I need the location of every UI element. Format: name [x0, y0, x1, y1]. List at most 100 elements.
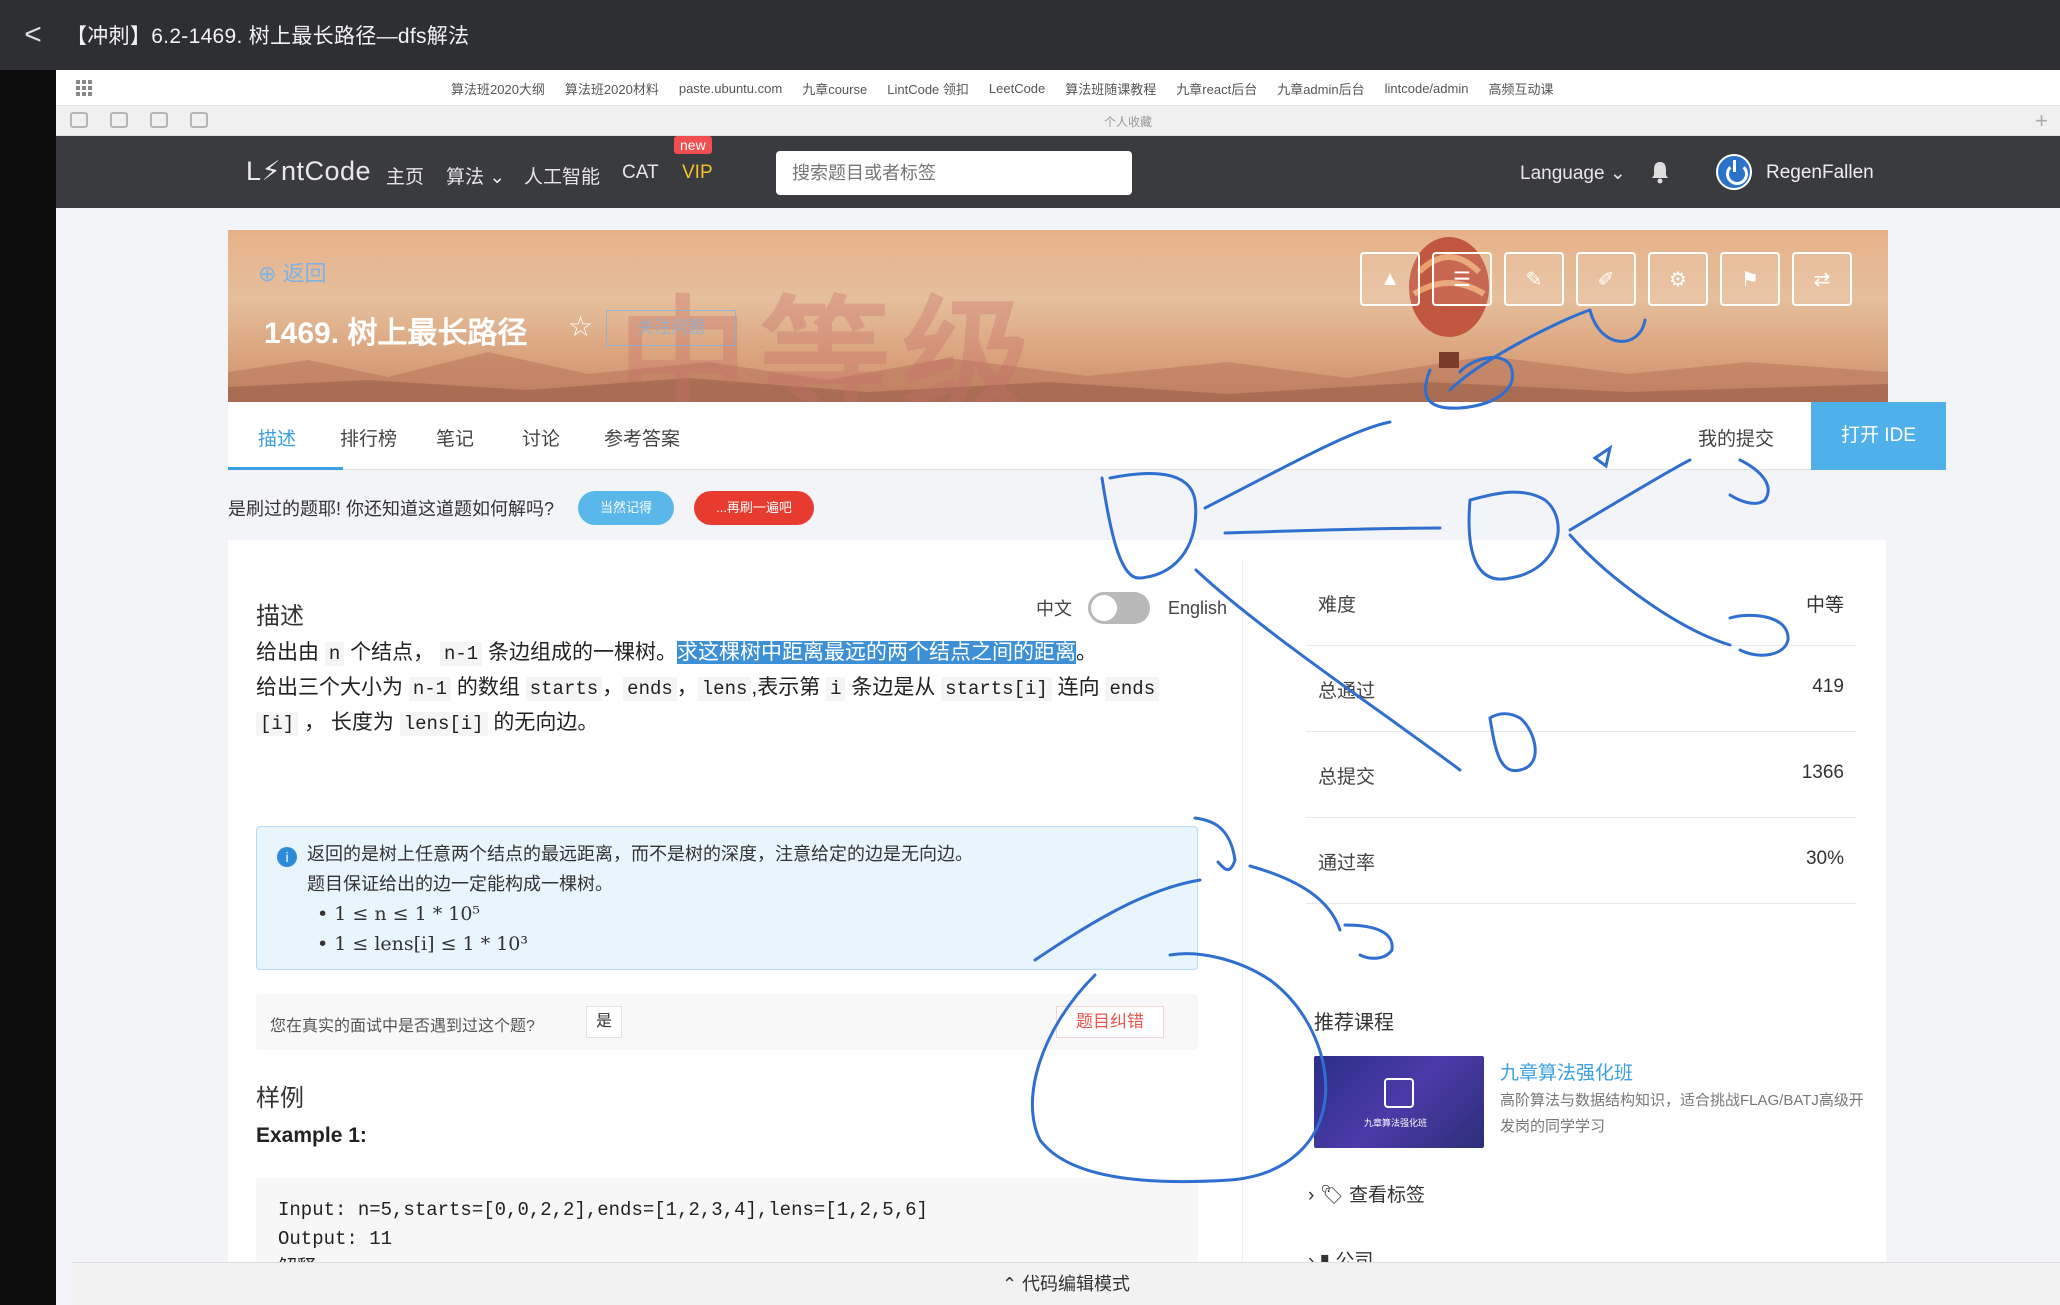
- interview-yes-button[interactable]: 是: [586, 1006, 622, 1038]
- tab-description[interactable]: 描述: [258, 424, 296, 451]
- stat-submissions: 总提交 1366: [1306, 732, 1856, 818]
- view-tags-expander[interactable]: › 🏷 查看标签: [1308, 1180, 1425, 1207]
- example-title: Example 1:: [256, 1124, 367, 1147]
- bookmark-item[interactable]: LintCode 领扣: [887, 79, 969, 98]
- language-label: Language: [1520, 163, 1605, 184]
- desc-text: 连向: [1057, 676, 1100, 699]
- inline-code: starts: [525, 677, 603, 701]
- inline-code: n: [324, 642, 345, 666]
- inline-code: [i]: [256, 712, 299, 736]
- lang-switch[interactable]: [1088, 592, 1150, 624]
- my-submissions-link[interactable]: 我的提交: [1698, 424, 1774, 451]
- active-tab-indicator: [228, 467, 343, 470]
- bookmark-item[interactable]: 算法班2020材料: [565, 79, 659, 98]
- search-input[interactable]: [776, 151, 1132, 195]
- interview-feedback: 您在真实的面试中是否遇到过这个题? 是 题目纠错: [256, 994, 1198, 1050]
- username[interactable]: RegenFallen: [1766, 162, 1874, 184]
- favorites-label[interactable]: 个人收藏: [1104, 113, 1152, 130]
- problem-title: 1469. 树上最长路径: [264, 317, 528, 350]
- bookmark-item[interactable]: lintcode/admin: [1385, 81, 1469, 96]
- back-label: 返回: [282, 261, 327, 286]
- language-dropdown[interactable]: Language ⌄: [1520, 162, 1626, 185]
- nav-cat[interactable]: CAT: [622, 162, 659, 184]
- apps-grid-icon[interactable]: [76, 80, 92, 96]
- description-heading: 描述: [256, 603, 304, 630]
- back-chevron-icon[interactable]: <: [0, 18, 66, 52]
- chart-icon[interactable]: [190, 112, 208, 128]
- nav-vip[interactable]: VIP: [682, 162, 713, 184]
- desc-text: 条边组成的一棵树。: [488, 641, 677, 664]
- nav-ai[interactable]: 人工智能: [524, 162, 600, 189]
- avatar[interactable]: [1716, 154, 1752, 190]
- stat-label: 总提交: [1318, 767, 1376, 788]
- edit-icon[interactable]: ✎: [1504, 252, 1564, 306]
- inline-code: lens: [697, 677, 752, 701]
- stat-pass-rate: 通过率 30%: [1306, 818, 1856, 904]
- review-prompt: 是刷过的题耶! 你还知道这道题如何解吗? 当然记得 ...再刷一遍吧: [228, 488, 815, 528]
- calendar-icon[interactable]: [150, 112, 168, 128]
- info-icon: i: [277, 847, 297, 867]
- bookmark-item[interactable]: 九章admin后台: [1277, 79, 1364, 98]
- extension-icon[interactable]: [70, 112, 88, 128]
- bookmark-item[interactable]: 算法班随课教程: [1065, 79, 1156, 98]
- add-tab-icon[interactable]: +: [2035, 108, 2048, 134]
- desc-text: ,表示第: [751, 676, 821, 699]
- bookmark-item[interactable]: LeetCode: [989, 81, 1045, 96]
- inline-code: i: [826, 677, 846, 701]
- nav-home[interactable]: 主页: [386, 162, 424, 189]
- example-heading: 样例: [256, 1085, 304, 1112]
- back-link[interactable]: ⊕ 返回: [258, 256, 327, 288]
- desc-text: 条边是从: [851, 676, 936, 699]
- window-title: 【冲刺】6.2-1469. 树上最长路径—dfs解法: [66, 25, 470, 48]
- remember-button[interactable]: 当然记得: [578, 491, 675, 525]
- tab-solution[interactable]: 参考答案: [604, 424, 680, 451]
- note-line: 返回的是树上任意两个结点的最远距离，而不是树的深度，注意给定的边是无向边。: [307, 844, 973, 864]
- edit-alt-icon[interactable]: ✐: [1576, 252, 1636, 306]
- bookmark-item[interactable]: 九章course: [802, 79, 867, 98]
- tab-leaderboard[interactable]: 排行榜: [340, 424, 397, 451]
- stat-value: 1366: [1801, 762, 1844, 783]
- bookmark-list: 算法班2020大纲 算法班2020材料 paste.ubuntu.com 九章c…: [451, 70, 1553, 106]
- desc-text: 个结点，: [350, 641, 435, 664]
- star-icon[interactable]: ☆: [568, 310, 593, 343]
- bell-icon[interactable]: [1650, 160, 1670, 184]
- flag-icon[interactable]: ⚑: [1720, 252, 1780, 306]
- course-name-link[interactable]: 九章算法强化班: [1500, 1058, 1633, 1085]
- lang-cn-label: 中文: [1036, 599, 1072, 619]
- stat-value: 419: [1812, 676, 1844, 697]
- inline-code: n-1: [408, 677, 452, 701]
- view-tags-label: 查看标签: [1349, 1185, 1426, 1206]
- desc-text: ，: [676, 676, 698, 699]
- reader-icon[interactable]: [110, 112, 128, 128]
- bookmark-item[interactable]: paste.ubuntu.com: [679, 81, 782, 96]
- tool-icons: ▲ ☰ ✎ ✐ ⚙ ⚑ ⇄: [1360, 252, 1852, 306]
- tab-discussion[interactable]: 讨论: [522, 424, 560, 451]
- bookmark-item[interactable]: 算法班2020大纲: [451, 79, 545, 98]
- translate-icon[interactable]: ⇄: [1792, 252, 1852, 306]
- nav-algorithm[interactable]: 算法 ⌄: [446, 162, 505, 189]
- language-toggle: 中文 English: [1036, 592, 1227, 624]
- lintcode-logo[interactable]: L⚡ntCode: [246, 156, 371, 187]
- follow-button[interactable]: 关注问题: [606, 310, 736, 346]
- interview-question: 您在真实的面试中是否遇到过这个题?: [270, 1018, 535, 1035]
- course-thumbnail[interactable]: 九章算法强化班: [1314, 1056, 1484, 1148]
- review-question: 是刷过的题耶! 你还知道这道题如何解吗?: [228, 499, 555, 519]
- gear-icon[interactable]: ⚙: [1648, 252, 1708, 306]
- new-badge: new: [674, 136, 712, 154]
- database-icon[interactable]: ☰: [1432, 252, 1492, 306]
- report-error-button[interactable]: 题目纠错: [1056, 1006, 1164, 1038]
- browser-toolbar: 个人收藏 +: [56, 106, 2060, 136]
- code-editor-toggle[interactable]: ⌃ 代码编辑模式: [72, 1262, 2060, 1305]
- bookmark-item[interactable]: 高频互动课: [1488, 79, 1553, 98]
- browser-viewport: 算法班2020大纲 算法班2020材料 paste.ubuntu.com 九章c…: [56, 70, 2060, 1305]
- stat-label: 难度: [1318, 595, 1357, 616]
- tab-notes[interactable]: 笔记: [436, 424, 474, 451]
- nav-algorithm-label: 算法: [446, 167, 485, 188]
- inline-code: starts[i]: [941, 677, 1052, 701]
- bookmark-item[interactable]: 九章react后台: [1176, 79, 1257, 98]
- redo-button[interactable]: ...再刷一遍吧: [694, 491, 815, 525]
- rocket-icon[interactable]: ▲: [1360, 252, 1420, 306]
- open-ide-button[interactable]: 打开 IDE: [1811, 402, 1946, 470]
- highlighted-text: 求这棵树中距离最远的两个结点之间的距离: [677, 641, 1076, 664]
- constraint-list: 1 ≤ n ≤ 1 * 10⁵ 1 ≤ lens[i] ≤ 1 * 10³: [277, 899, 1177, 959]
